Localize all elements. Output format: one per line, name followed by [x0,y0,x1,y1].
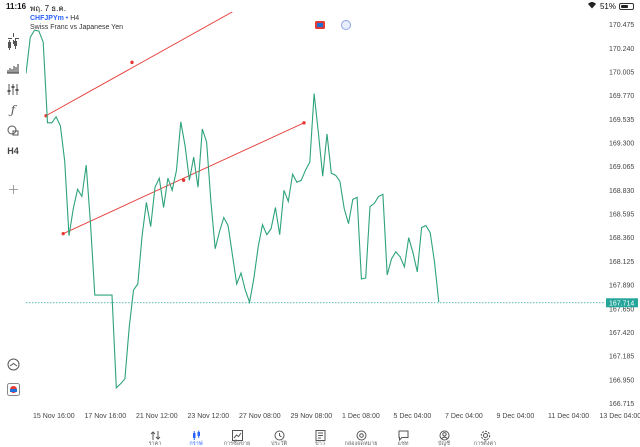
nav-item-history[interactable]: ประวัติ [256,430,302,447]
time-tick-label: 7 Dec 04:00 [445,413,483,420]
time-tick-label: 13 Dec 04:00 [600,413,640,420]
nav-item-label: ข่าว [315,441,325,447]
history-icon [274,430,285,441]
shapes-icon[interactable] [3,122,23,138]
price-tick-label: 170.240 [609,46,634,53]
price-tick-label: 169.770 [609,93,634,100]
price-tick-label: 169.065 [609,164,634,171]
nav-item-account[interactable]: บัญชี [421,430,467,447]
one-click-trade-icon-inner [317,23,323,27]
nav-item-label: การตั้งค่า [473,441,497,447]
price-tick-label: 168.595 [609,212,634,219]
trendline-anchor-point[interactable] [61,231,65,236]
nav-item-settings-gear[interactable]: การตั้งค่า [462,430,508,447]
trade-icon [231,430,243,441]
time-tick-label: 1 Dec 08:00 [342,413,380,420]
price-tick-label: 169.300 [609,140,634,147]
time-tick-label: 27 Nov 08:00 [239,413,281,420]
nav-item-label: ประวัติ [270,441,288,447]
time-axis[interactable]: 15 Nov 16:00 17 Nov 16:00 21 Nov 12:00 23 N… [33,413,640,420]
nav-item-label: แชท [397,441,409,447]
time-tick-label: 17 Nov 16:00 [85,413,127,420]
timeframe-button[interactable]: H4 [3,143,23,159]
status-bar: 11:16 พฤ. 7 ธ.ค. 51% [0,0,640,13]
price-tick-label: 166.715 [609,401,634,408]
nav-item-trade[interactable]: การซื้อขาย [214,430,260,447]
time-tick-label: 23 Nov 12:00 [188,413,230,420]
clock: 11:16 [6,2,27,11]
trendline-anchor-point[interactable] [181,178,186,182]
price-tick-label: 168.360 [609,235,634,242]
nav-item-chat[interactable]: แชท [380,430,426,447]
price-tick-label: 166.950 [609,377,634,384]
price-axis[interactable]: 170.475 170.240 170.005 169.770 169.535 169.3… [609,22,634,408]
settings-sliders-icon[interactable] [3,81,23,97]
price-tick-label: 170.475 [609,22,634,29]
account-icon [439,430,450,441]
price-tick-label: 167.890 [609,283,634,290]
nav-item-chart[interactable]: กราฟ [173,430,219,447]
wifi-icon [587,1,597,11]
quotes-arrows-icon [150,430,161,441]
news-icon [315,430,326,441]
chat-icon [398,430,409,441]
trendline-anchor-point[interactable] [130,60,134,65]
current-price-value: 167.714 [609,300,634,307]
time-tick-label: 9 Dec 04:00 [497,413,535,420]
battery-percent: 51% [599,1,616,11]
price-tick-label: 168.830 [609,188,634,195]
price-tick-label: 167.420 [609,330,634,337]
nav-item-mailbox[interactable]: กล่องจดหมาย [338,430,384,447]
price-chart[interactable]: 170.475 170.240 170.005 169.770 169.535 169.3… [26,12,640,422]
nav-item-label: การซื้อขาย [223,441,251,447]
price-tick-label: 167.185 [609,354,634,361]
price-tick-label: 167.650 [609,307,634,314]
price-line [26,29,440,390]
status-right: 51% [587,1,634,11]
trendlines[interactable] [44,12,306,236]
nav-item-news[interactable]: ข่าว [297,430,343,447]
function-icon[interactable]: ƒ [3,102,23,118]
time-tick-label: 5 Dec 04:00 [394,413,432,420]
trendline[interactable] [45,12,261,117]
price-tick-label: 170.005 [609,69,634,76]
nav-item-label: กล่องจดหมาย [344,441,378,447]
crosshair-cursor-icon[interactable] [3,181,23,197]
candles-icon[interactable] [3,37,23,53]
speedometer-icon[interactable] [3,356,23,372]
nav-item-label: บัญชี [438,441,450,447]
chart-icon [191,430,202,441]
battery-icon [619,2,634,10]
broker-logo-icon[interactable] [3,381,23,397]
time-tick-label: 15 Nov 16:00 [33,413,75,420]
time-tick-label: 21 Nov 12:00 [136,413,178,420]
price-tick-label: 169.535 [609,117,634,124]
indicators-icon[interactable] [3,60,23,76]
time-tick-label: 11 Dec 04:00 [548,413,589,420]
time-tick-label: 29 Nov 08:00 [291,413,333,420]
nav-item-quotes-arrows[interactable]: ราคา [132,430,178,447]
nav-item-label: กราฟ [189,441,203,447]
settings-gear-icon [480,430,491,441]
nav-item-label: ราคา [148,441,162,447]
bottom-navigation: ราคา กราฟ การซื้อขาย ประวัติ ข่าว กล่องจดหมาย… [0,430,640,447]
current-price-tag: 167.714 [606,298,638,308]
price-tick-label: 168.125 [609,259,634,266]
chart-top-icons[interactable] [315,20,351,30]
trendline-anchor-point[interactable] [302,121,306,125]
mailbox-icon [356,430,367,441]
account-avatar-icon[interactable] [341,20,351,30]
